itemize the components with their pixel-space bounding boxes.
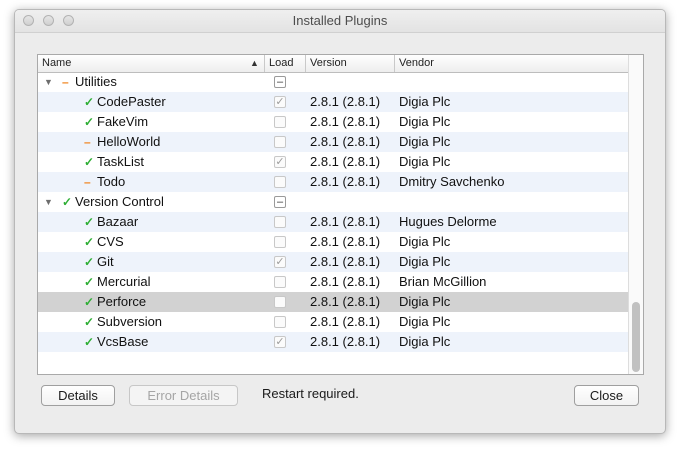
checkmark-icon: ✓ [84,155,95,169]
plugin-name: HelloWorld [97,134,161,149]
plugin-name: Mercurial [97,274,151,289]
checkmark-icon: ✓ [84,315,95,329]
scrollbar-thumb[interactable] [632,302,640,372]
version-cell: 2.8.1 (2.8.1) [310,274,381,289]
installed-plugins-window: Installed Plugins Name ▲ Load Version Ve… [14,9,666,434]
disclosure-triangle-icon[interactable]: ▼ [44,192,53,212]
version-cell: 2.8.1 (2.8.1) [310,334,381,349]
plugin-row[interactable]: ✓ CVS 2.8.1 (2.8.1) Digia Plc [38,232,628,252]
checkmark-icon: ✓ [84,335,95,349]
vendor-cell: Hugues Delorme [399,214,497,229]
vendor-cell: Brian McGillion [399,274,487,289]
vendor-cell: Digia Plc [399,234,451,249]
column-header-version[interactable]: Version [306,55,394,72]
plugin-row[interactable]: – Todo 2.8.1 (2.8.1) Dmitry Savchenko [38,172,628,192]
plugin-name: Perforce [97,294,147,309]
plugin-name: CodePaster [97,94,166,109]
plugin-name: CVS [97,234,124,249]
plugin-name: Subversion [97,314,163,329]
plugin-row[interactable]: – HelloWorld 2.8.1 (2.8.1) Digia Plc [38,132,628,152]
version-cell: 2.8.1 (2.8.1) [310,294,381,309]
checkmark-icon: ✓ [84,235,95,249]
close-button[interactable]: Close [574,385,639,406]
version-cell: 2.8.1 (2.8.1) [310,314,381,329]
dash-icon: – [84,175,91,189]
plugin-row[interactable]: ✓ Subversion 2.8.1 (2.8.1) Digia Plc [38,312,628,332]
load-checkbox[interactable]: – [274,196,286,208]
load-checkbox[interactable] [274,176,286,188]
column-header-vendor[interactable]: Vendor [395,55,628,72]
vendor-cell: Digia Plc [399,334,451,349]
checkmark-icon: ✓ [62,195,73,209]
version-cell: 2.8.1 (2.8.1) [310,174,381,189]
vendor-cell: Digia Plc [399,154,451,169]
column-header-name[interactable]: Name [38,55,264,72]
plugin-row[interactable]: ✓ Perforce 2.8.1 (2.8.1) Digia Plc [38,292,628,312]
plugin-name: FakeVim [97,114,149,129]
version-cell: 2.8.1 (2.8.1) [310,154,381,169]
plugin-row[interactable]: ✓ TaskList ✓ 2.8.1 (2.8.1) Digia Plc [38,152,628,172]
plugin-name: Git [97,254,114,269]
column-header-load[interactable]: Load [265,55,305,72]
vertical-scrollbar[interactable] [628,55,643,374]
version-cell: 2.8.1 (2.8.1) [310,234,381,249]
disclosure-triangle-icon[interactable]: ▼ [44,72,53,92]
error-details-button[interactable]: Error Details [129,385,238,406]
plugin-row[interactable]: ✓ Bazaar 2.8.1 (2.8.1) Hugues Delorme [38,212,628,232]
status-text: Restart required. [262,386,359,401]
load-checkbox[interactable] [274,116,286,128]
category-row[interactable]: ▼ ✓ Version Control – [38,192,628,212]
plugin-row[interactable]: ✓ CodePaster ✓ 2.8.1 (2.8.1) Digia Plc [38,92,628,112]
checkmark-icon: ✓ [84,275,95,289]
load-checkbox[interactable] [274,136,286,148]
vendor-cell: Dmitry Savchenko [399,174,505,189]
category-name: Utilities [75,74,117,89]
plugin-row[interactable]: ✓ FakeVim 2.8.1 (2.8.1) Digia Plc [38,112,628,132]
checkmark-icon: ✓ [84,95,95,109]
load-checkbox[interactable] [274,296,286,308]
version-cell: 2.8.1 (2.8.1) [310,254,381,269]
plugin-row[interactable]: ✓ Git ✓ 2.8.1 (2.8.1) Digia Plc [38,252,628,272]
vendor-cell: Digia Plc [399,94,451,109]
plugin-row[interactable]: ✓ Mercurial 2.8.1 (2.8.1) Brian McGillion [38,272,628,292]
version-cell: 2.8.1 (2.8.1) [310,94,381,109]
plugins-table: Name ▲ Load Version Vendor ▼ – Utilities – ✓… [37,54,644,375]
vendor-cell: Digia Plc [399,314,451,329]
checkmark-icon: ✓ [84,295,95,309]
load-checkbox[interactable] [274,316,286,328]
checkmark-icon: ✓ [84,215,95,229]
plugin-name: TaskList [97,154,144,169]
load-checkbox[interactable]: ✓ [274,256,286,268]
category-name: Version Control [75,194,164,209]
version-cell: 2.8.1 (2.8.1) [310,214,381,229]
vendor-cell: Digia Plc [399,254,451,269]
vendor-cell: Digia Plc [399,294,451,309]
sort-ascending-icon: ▲ [250,58,259,68]
load-checkbox[interactable]: – [274,76,286,88]
version-cell: 2.8.1 (2.8.1) [310,134,381,149]
load-checkbox[interactable] [274,276,286,288]
plugin-row[interactable]: ✓ VcsBase ✓ 2.8.1 (2.8.1) Digia Plc [38,332,628,352]
load-checkbox[interactable]: ✓ [274,336,286,348]
window-title: Installed Plugins [292,13,388,28]
load-checkbox[interactable]: ✓ [274,156,286,168]
table-header: Name ▲ Load Version Vendor [38,55,628,73]
version-cell: 2.8.1 (2.8.1) [310,114,381,129]
dash-icon: – [62,75,69,89]
vendor-cell: Digia Plc [399,134,451,149]
checkmark-icon: ✓ [84,115,95,129]
vendor-cell: Digia Plc [399,114,451,129]
plugin-name: VcsBase [97,334,149,349]
plugin-name: Todo [97,174,126,189]
load-checkbox[interactable] [274,236,286,248]
dash-icon: – [84,135,91,149]
load-checkbox[interactable] [274,216,286,228]
plugin-name: Bazaar [97,214,139,229]
load-checkbox[interactable]: ✓ [274,96,286,108]
title-bar: Installed Plugins [15,10,665,33]
category-row[interactable]: ▼ – Utilities – [38,72,628,92]
details-button[interactable]: Details [41,385,115,406]
checkmark-icon: ✓ [84,255,95,269]
